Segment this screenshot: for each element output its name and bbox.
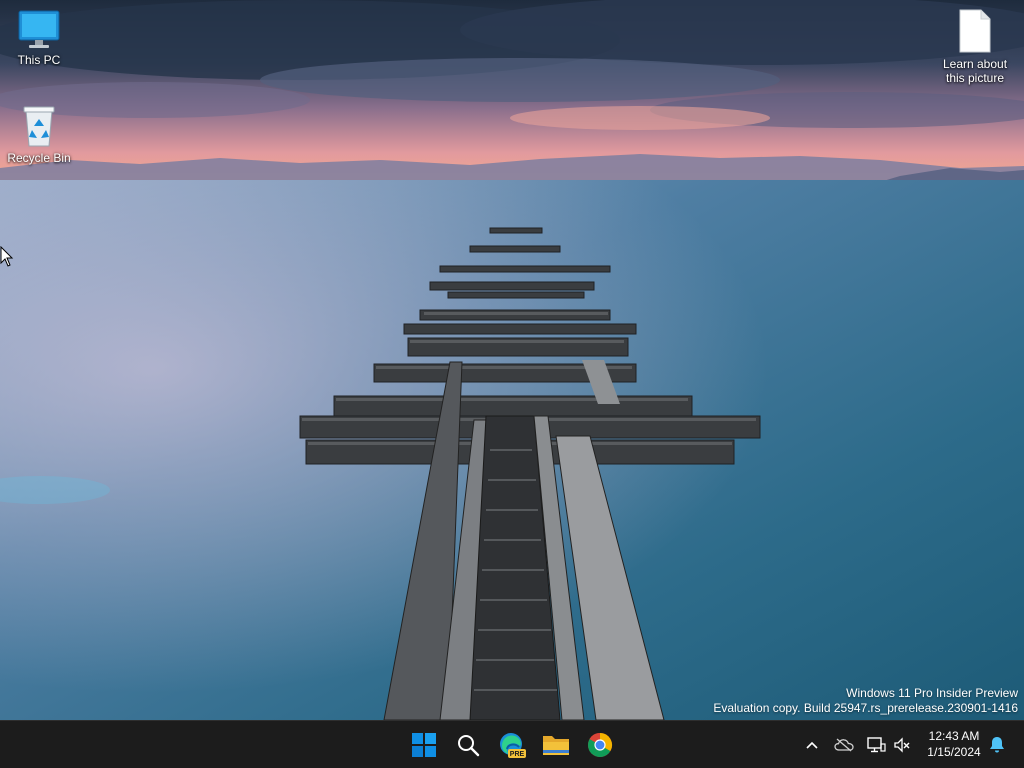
network-button[interactable] [864,731,888,759]
clock-time: 12:43 AM [928,729,980,743]
clock-date: 1/15/2024 [927,745,981,759]
search-button[interactable] [448,725,488,765]
file-explorer-button[interactable] [536,725,576,765]
desktop-icon-label: This PC [17,53,61,67]
chrome-button[interactable] [580,725,620,765]
watermark-build: Evaluation copy. Build 25947.rs_prerelea… [713,701,1018,715]
onedrive-icon [834,738,854,752]
mouse-pointer-icon [0,246,14,267]
bell-icon [990,737,1004,753]
desktop-icon-learn-about-this-picture[interactable]: Learn about this picture [937,8,1013,85]
document-icon [959,9,991,53]
network-icon [867,737,886,753]
recycle-bin-icon [23,106,55,147]
edge-pre-badge: PRE [510,751,525,758]
edge-pre-icon: PRE [500,733,526,758]
notifications-button[interactable] [985,731,1009,759]
start-icon [412,733,436,757]
desktop-icon-label-line2: this picture [945,71,1005,85]
desktop-icon-label: Recycle Bin [7,151,71,165]
chevron-up-icon [806,741,818,749]
taskbar-clock[interactable]: 12:43 AM 1/15/2024 [918,728,990,760]
desktop-wallpaper [0,0,1024,720]
show-hidden-icons-button[interactable] [800,731,824,759]
monitor-icon [18,10,60,48]
start-button[interactable] [404,725,444,765]
taskbar: PRE 12:43 AM 1/15/2024 [0,720,1024,768]
chrome-icon [588,733,613,758]
evaluation-watermark: Windows 11 Pro Insider Preview Evaluatio… [713,686,1018,716]
onedrive-button[interactable] [832,731,856,759]
search-icon [458,735,480,757]
volume-button[interactable] [890,731,914,759]
edge-button[interactable]: PRE [492,725,532,765]
desktop-icon-label-line1: Learn about [942,57,1008,71]
volume-muted-icon [894,737,910,753]
watermark-edition: Windows 11 Pro Insider Preview [846,686,1018,700]
desktop-icon-this-pc[interactable]: This PC [1,8,77,67]
file-explorer-icon [543,736,569,755]
desktop-icon-recycle-bin[interactable]: Recycle Bin [1,104,77,165]
